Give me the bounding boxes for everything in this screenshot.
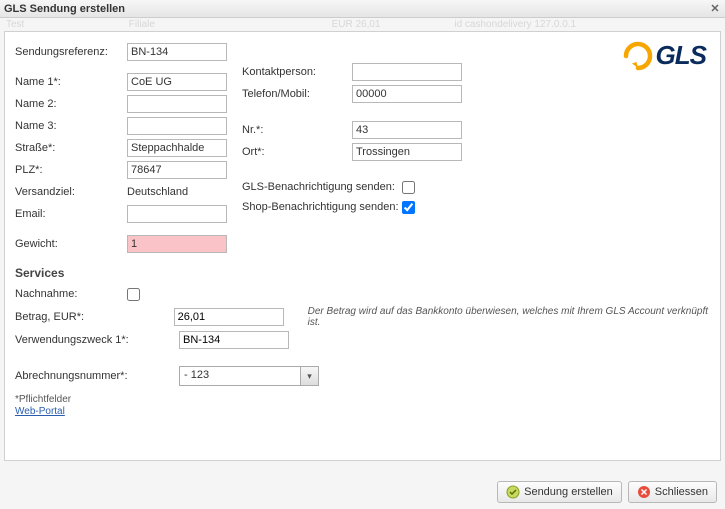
plz-label: PLZ*: xyxy=(15,164,127,176)
gls-notify-label: GLS-Benachrichtigung senden: xyxy=(242,181,402,193)
close-button-label: Schliessen xyxy=(655,486,708,498)
verwend-label: Verwendungszweck 1*: xyxy=(15,334,179,346)
ort-label: Ort*: xyxy=(242,146,352,158)
window-title: GLS Sendung erstellen xyxy=(4,3,125,15)
sendref-input[interactable] xyxy=(127,43,227,61)
close-icon[interactable]: ✕ xyxy=(709,3,721,15)
gls-arrow-icon xyxy=(623,41,653,71)
betrag-label: Betrag, EUR*: xyxy=(15,311,174,323)
name3-input[interactable] xyxy=(127,117,227,135)
name2-input[interactable] xyxy=(127,95,227,113)
versand-label: Versandziel: xyxy=(15,186,127,198)
name3-label: Name 3: xyxy=(15,120,127,132)
phone-input[interactable] xyxy=(352,85,462,103)
contact-input[interactable] xyxy=(352,63,462,81)
package-icon xyxy=(506,485,520,499)
gls-notify-checkbox[interactable] xyxy=(402,181,415,194)
ort-input[interactable] xyxy=(352,143,462,161)
nachnahme-checkbox[interactable] xyxy=(127,288,140,301)
gls-logo: GLS xyxy=(623,40,706,71)
pflicht-note: *Pflichtfelder xyxy=(15,394,710,405)
plz-input[interactable] xyxy=(127,161,227,179)
betrag-input[interactable] xyxy=(174,308,284,326)
name1-label: Name 1*: xyxy=(15,76,127,88)
abrech-label: Abrechnungsnummer*: xyxy=(15,370,179,382)
main-panel: GLS Sendungsreferenz: Name 1*: Name 2: N… xyxy=(4,31,721,461)
shop-notify-checkbox[interactable] xyxy=(402,201,415,214)
name1-input[interactable] xyxy=(127,73,227,91)
nr-input[interactable] xyxy=(352,121,462,139)
close-x-icon xyxy=(637,485,651,499)
weight-label: Gewicht: xyxy=(15,238,127,250)
weight-input[interactable] xyxy=(127,235,227,253)
nr-label: Nr.*: xyxy=(242,124,352,136)
web-portal-link[interactable]: Web-Portal xyxy=(15,406,65,417)
contact-label: Kontaktperson: xyxy=(242,66,352,78)
versand-value: Deutschland xyxy=(127,186,188,198)
close-button[interactable]: Schliessen xyxy=(628,481,717,503)
abrech-value: - 123 xyxy=(180,367,300,385)
chevron-down-icon[interactable]: ▾ xyxy=(300,367,318,385)
titlebar: GLS Sendung erstellen ✕ xyxy=(0,0,725,18)
street-input[interactable] xyxy=(127,139,227,157)
sendref-label: Sendungsreferenz: xyxy=(15,46,127,58)
email-label: Email: xyxy=(15,208,127,220)
verwend-input[interactable] xyxy=(179,331,289,349)
ghost-toolbar: Test Filiale EUR 26,01 id cashondelivery… xyxy=(0,18,725,31)
create-button[interactable]: Sendung erstellen xyxy=(497,481,622,503)
abrech-select[interactable]: - 123 ▾ xyxy=(179,366,319,386)
street-label: Straße*: xyxy=(15,142,127,154)
email-input[interactable] xyxy=(127,205,227,223)
gls-logo-text: GLS xyxy=(656,40,706,71)
create-button-label: Sendung erstellen xyxy=(524,486,613,498)
name2-label: Name 2: xyxy=(15,98,127,110)
nachnahme-label: Nachnahme: xyxy=(15,288,127,300)
services-heading: Services xyxy=(15,266,710,280)
phone-label: Telefon/Mobil: xyxy=(242,88,352,100)
betrag-note: Der Betrag wird auf das Bankkonto überwi… xyxy=(308,306,710,328)
shop-notify-label: Shop-Benachrichtigung senden: xyxy=(242,201,402,213)
footer-buttons: Sendung erstellen Schliessen xyxy=(497,481,717,503)
